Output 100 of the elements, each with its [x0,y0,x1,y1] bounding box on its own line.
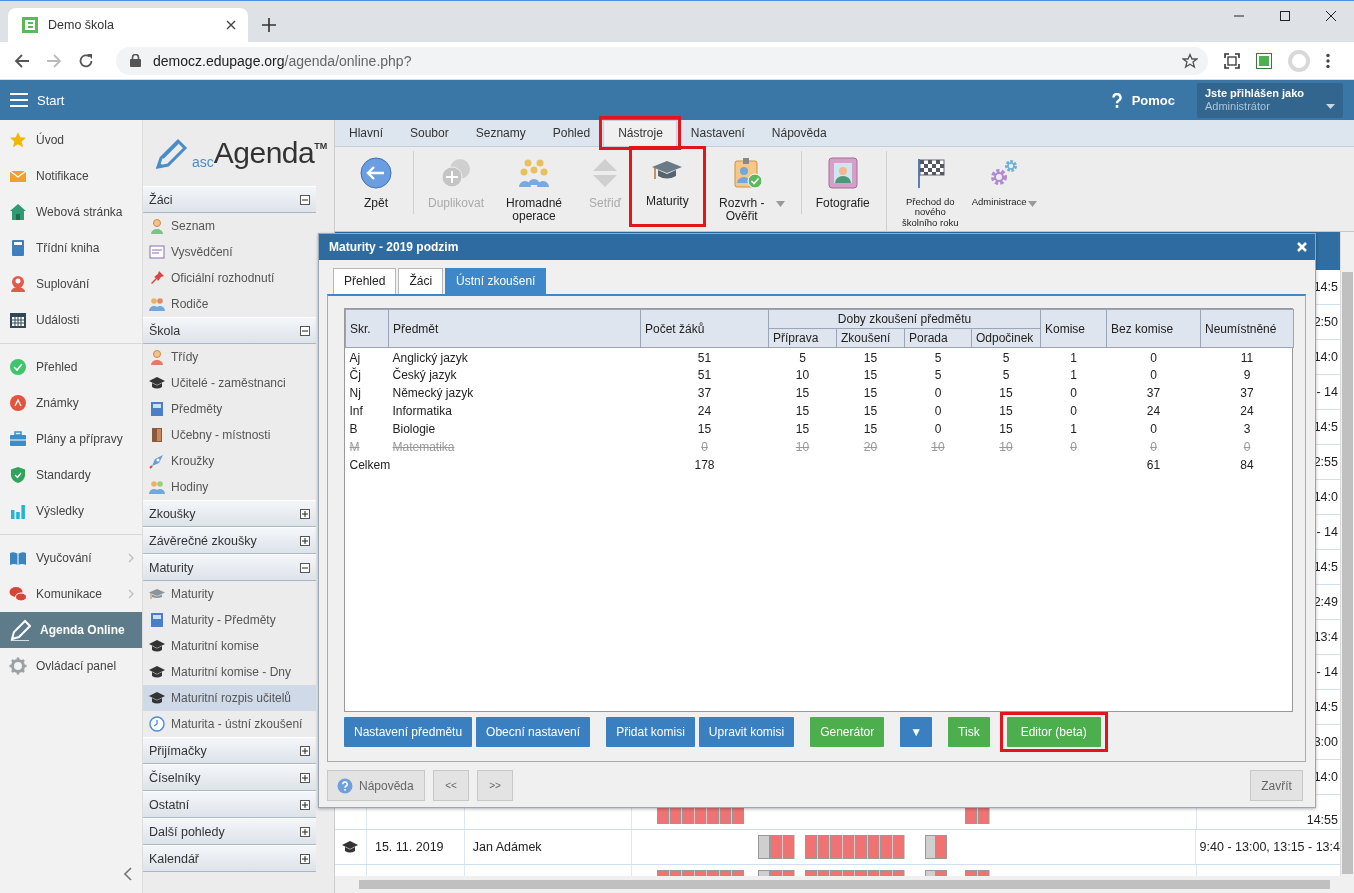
toolbar-button[interactable]: Fotografie [800,151,876,215]
column-header[interactable]: Komise [1040,309,1107,348]
reload-icon[interactable] [78,52,94,69]
sidebar-item[interactable]: Maturitní rozpis učitelů [143,685,316,711]
toolbar-button[interactable]: Zpět [349,151,403,215]
table-cell: Aj [345,347,389,366]
menu-icon[interactable] [1326,52,1330,69]
sidebar-item[interactable]: Oficiální rozhodnutí [143,265,316,291]
nav-item[interactable]: Webová stránka [0,194,142,230]
action-button[interactable]: Přidat komisi [606,717,695,747]
section-header[interactable]: Kalendář [143,845,316,872]
section-header[interactable]: Přijímačky [143,737,316,764]
tab[interactable]: Přehled [333,268,397,294]
sidebar-item[interactable]: Učitelé - zaměstnanci [143,370,316,396]
sidebar-item[interactable]: Maturity [143,581,316,607]
nav-item[interactable]: Vyučování [0,540,142,576]
sidebar-item[interactable]: Vysvědčení [143,239,316,265]
previous-button[interactable]: << [433,770,469,801]
column-header[interactable]: Bez komise [1106,309,1201,348]
sidebar-item[interactable]: Maturita - ústní zkoušení [143,711,316,737]
sidebar-item[interactable]: Kroužky [143,448,316,474]
start-menu-button[interactable]: Start [10,92,65,108]
section-header[interactable]: Ostatní [143,791,316,818]
tab[interactable]: Žáci [398,268,444,294]
sidebar-item[interactable]: Hodiny [143,474,316,500]
close-icon[interactable] [226,20,236,30]
sidebar-item[interactable]: Seznam [143,213,316,239]
tab[interactable]: Ústní zkoušení [445,268,547,294]
menu-tab[interactable]: Pohled [538,121,604,146]
nav-item[interactable]: Třídní kniha [0,230,142,266]
close-button[interactable]: Zavřít [1250,770,1303,801]
column-header[interactable]: Předmět [388,309,641,348]
nav-item[interactable]: Známky [0,385,142,421]
time-text: - 14 [1316,665,1338,679]
sidebar-item[interactable]: Maturitní komise [143,633,316,659]
close-icon[interactable] [1326,11,1336,21]
sidebar-item[interactable]: Učebny - místnosti [143,422,316,448]
scrollbar[interactable] [335,876,1354,893]
person-icon [9,275,27,293]
star-icon[interactable] [1182,52,1198,69]
person-icon [149,349,165,365]
nav-item[interactable]: Přehled [0,349,142,385]
section-header[interactable]: Škola [143,317,316,344]
user-dropdown[interactable]: Jste přihlášen jako Administrátor [1197,82,1343,118]
section-header[interactable]: Žáci [143,186,316,213]
menu-tab[interactable]: Seznamy [461,121,539,146]
sidebar-item[interactable]: Rodiče [143,291,316,317]
sidebar-item[interactable]: Maturitní komise - Dny [143,659,316,685]
section-header[interactable]: Zkoušky [143,500,316,527]
menu-tab[interactable]: Nastavení [676,121,758,146]
column-header[interactable]: Neumístněné [1200,309,1294,348]
sidebar-item[interactable]: Maturity - Předměty [143,607,316,633]
browser-tab[interactable]: Demo škola [8,8,248,42]
nav-item[interactable]: Události [0,302,142,338]
table-cell-text: 0 [1149,438,1158,456]
expand-icon [300,535,310,546]
section-header[interactable]: Maturity [143,554,316,581]
section-header[interactable]: Další pohledy [143,818,316,845]
action-button[interactable]: ▼ [900,717,933,747]
nav-item[interactable]: Úvod [0,122,142,158]
screenshot-icon[interactable] [1224,52,1240,69]
help-link[interactable]: Pomoc [1111,92,1175,108]
section-header[interactable]: Závěrečné zkoušky [143,527,316,554]
nav-item[interactable]: Plány a přípravy [0,421,142,457]
house-icon [9,203,27,221]
date-text: 15. 11. 2019 [374,840,444,854]
people-icon [149,479,165,495]
nav-item[interactable]: Komunikace [0,576,142,612]
back-icon[interactable] [14,52,30,69]
new-tab-icon[interactable] [262,18,276,32]
toolbar-button[interactable]: Rozvrh - Ověřit [702,151,791,228]
next-button[interactable]: >> [477,770,513,801]
menu-tab[interactable]: Hlavní [335,121,396,146]
toolbar-button[interactable]: Maturity [632,149,703,225]
menu-tab[interactable]: Soubor [396,121,462,146]
collapse-icon[interactable] [124,867,132,881]
nav-item[interactable]: Výsledky [0,493,142,529]
action-button[interactable]: Upravit komisi [698,717,795,747]
extension-icon[interactable] [1256,52,1272,69]
nav-item[interactable]: Notifikace [0,158,142,194]
action-button[interactable]: Obecní nastavení [476,717,591,747]
sidebar-item[interactable]: Třídy [143,344,316,370]
toolbar-button[interactable]: Administrace [965,151,1043,212]
nav-item[interactable]: Suplování [0,266,142,302]
help-button[interactable]: Nápověda [327,770,425,801]
table-cell-text: 15 [862,384,879,402]
scrollbar[interactable] [1340,232,1354,876]
nav-item[interactable]: Agenda Online [0,612,142,648]
section-header[interactable]: Číselníky [143,764,316,791]
action-button[interactable]: Nastavení předmětu [344,717,473,747]
maximize-icon[interactable] [1280,11,1290,21]
table-cell-text: 24 [1145,402,1162,420]
nav-item[interactable]: Ovládací panel [0,648,142,684]
column-header[interactable]: Počet žáků [640,309,769,348]
toolbar-button[interactable]: Hromadné operace [490,151,579,228]
sidebar-item[interactable]: Předměty [143,396,316,422]
address-field[interactable]: democz.edupage.org/agenda/online.php? [116,46,1208,75]
column-header[interactable]: Skr. [345,309,389,348]
nav-item[interactable]: Standardy [0,457,142,493]
menu-tab[interactable]: Nápověda [757,121,840,146]
